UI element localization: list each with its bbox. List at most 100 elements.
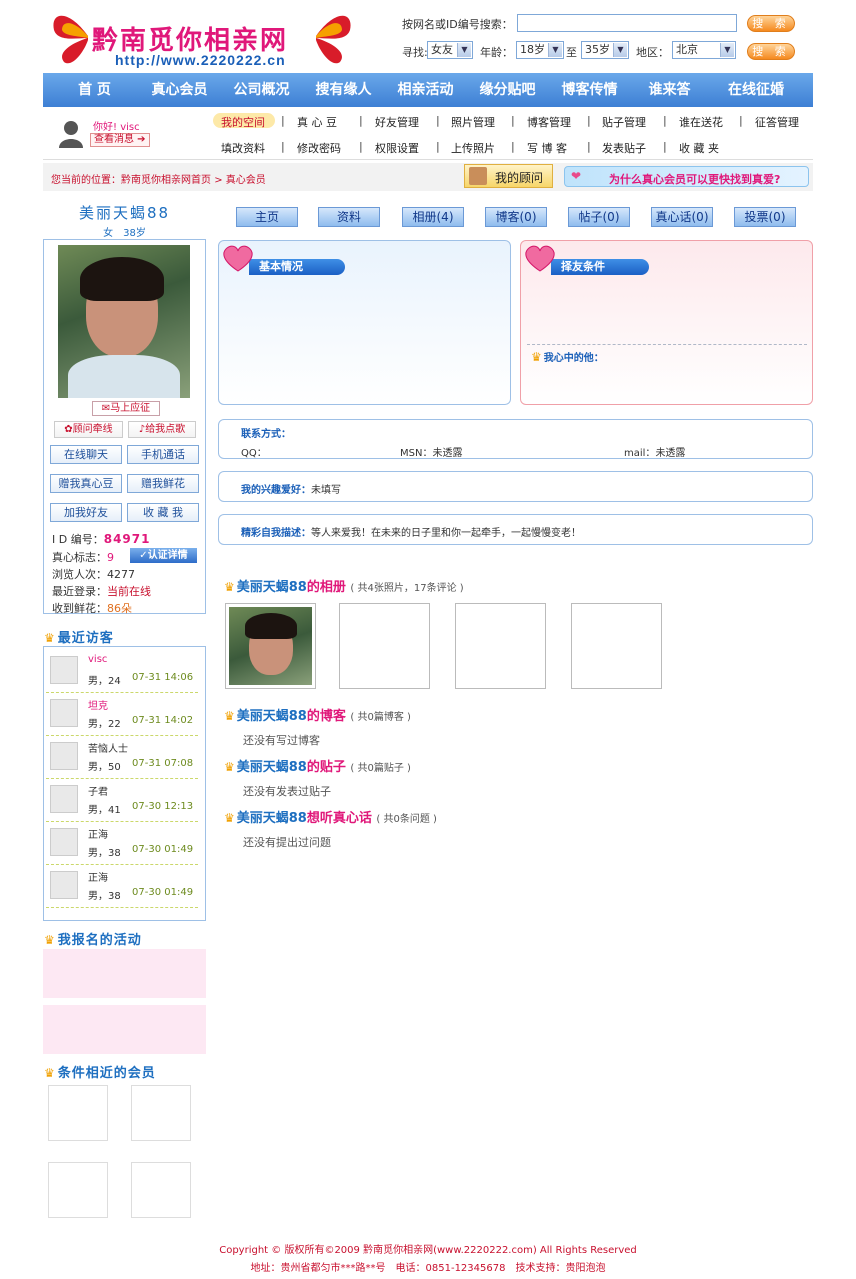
visitor-name[interactable]: 坦克: [88, 697, 108, 712]
submenu-write-blog[interactable]: 写 博 客: [527, 140, 567, 156]
nav-search[interactable]: 搜有缘人: [302, 73, 385, 107]
visitor-avatar[interactable]: [50, 742, 78, 770]
age-to-select[interactable]: 35岁 ▼: [581, 41, 629, 59]
views-row: 浏览人次：4277: [52, 566, 135, 582]
tab-profile[interactable]: 资料: [318, 207, 380, 227]
tab-home[interactable]: 主页: [236, 207, 298, 227]
id-row: I D 编号：84971: [52, 531, 150, 547]
submenu-answers[interactable]: 征答管理: [755, 114, 799, 130]
submenu-beans[interactable]: 真 心 豆: [297, 114, 337, 130]
album-photo[interactable]: [225, 603, 316, 689]
visitor-avatar[interactable]: [50, 871, 78, 899]
visitor-name[interactable]: 子君: [88, 783, 108, 798]
tab-album[interactable]: 相册(4): [402, 207, 464, 227]
submenu-edit-profile[interactable]: 填改资料: [221, 140, 265, 156]
ideal-label-text: 我心中的他：: [543, 353, 604, 364]
tab-blog[interactable]: 博客(0): [485, 207, 547, 227]
visitor-avatar[interactable]: [50, 699, 78, 727]
submenu-permissions[interactable]: 权限设置: [375, 140, 419, 156]
give-flowers-button[interactable]: 赠我鲜花: [127, 474, 199, 493]
similar-member-photo[interactable]: [48, 1085, 108, 1141]
nav-blog[interactable]: 博客传情: [548, 73, 631, 107]
song-button[interactable]: ♪给我点歌: [128, 421, 196, 438]
album-photo-empty[interactable]: [571, 603, 662, 689]
nav-qa[interactable]: 谁来答: [628, 73, 711, 107]
advisor-link-button[interactable]: ✿顾问牵线: [54, 421, 123, 438]
add-friend-button[interactable]: 加我好友: [50, 503, 122, 522]
visitor-row[interactable]: 坦克 男，22 07-31 14:02: [46, 693, 198, 736]
user-name[interactable]: visc: [120, 122, 139, 133]
visitor-avatar[interactable]: [50, 828, 78, 856]
login-row: 最近登录：当前在线: [52, 583, 151, 599]
submenu-my-space[interactable]: 我的空间: [221, 114, 265, 130]
similar-member-photo[interactable]: [131, 1162, 191, 1218]
album-photo-image: [229, 607, 312, 685]
posts-owner[interactable]: 美丽天蝎88: [237, 760, 307, 775]
apply-button[interactable]: ✉马上应征: [92, 401, 160, 416]
search-button[interactable]: 搜 索: [747, 15, 795, 32]
separator: |: [587, 140, 591, 153]
submenu-new-post[interactable]: 发表贴子: [602, 140, 646, 156]
my-advisor-button[interactable]: 我的顾问: [464, 164, 553, 188]
favorite-me-button[interactable]: 收 藏 我: [127, 503, 199, 522]
submenu-friends[interactable]: 好友管理: [375, 114, 419, 130]
posts-empty: 还没有发表过贴子: [243, 785, 331, 798]
age-from-select[interactable]: 18岁 ▼: [516, 41, 564, 59]
visitor-avatar[interactable]: [50, 785, 78, 813]
region-select[interactable]: 北京 ▼: [672, 41, 736, 59]
tab-truth[interactable]: 真心话(0): [651, 207, 713, 227]
blog-owner[interactable]: 美丽天蝎88: [237, 709, 307, 724]
visitor-row[interactable]: 苦恼人士 男，50 07-31 07:08: [46, 736, 198, 779]
album-owner[interactable]: 美丽天蝎88: [237, 580, 307, 595]
search-button-2[interactable]: 搜 索: [747, 43, 795, 60]
visitor-name[interactable]: visc: [88, 654, 107, 665]
similar-member-photo[interactable]: [48, 1162, 108, 1218]
cert-details-button[interactable]: ✓认证详情: [130, 548, 197, 563]
mail-value: 未透露: [655, 448, 686, 459]
heart-icon: [525, 245, 555, 272]
id-search-input[interactable]: [517, 14, 737, 32]
submenu-favorites[interactable]: 收 藏 夹: [679, 140, 719, 156]
nav-online[interactable]: 在线征婚: [711, 73, 801, 107]
breadcrumb-home-link[interactable]: 黔南觅你相亲网首页: [121, 175, 211, 186]
nav-members[interactable]: 真心会员: [138, 73, 221, 107]
online-chat-button[interactable]: 在线聊天: [50, 445, 122, 464]
crown-icon: ♛: [224, 760, 235, 774]
tab-posts[interactable]: 帖子(0): [568, 207, 630, 227]
nav-activities[interactable]: 相亲活动: [384, 73, 467, 107]
divider: [527, 344, 807, 345]
visitor-row[interactable]: 子君 男，41 07-30 12:13: [46, 779, 198, 822]
find-label: 寻找:: [402, 46, 428, 59]
give-beans-button[interactable]: 赠我真心豆: [50, 474, 122, 493]
similar-member-photo[interactable]: [131, 1085, 191, 1141]
nav-company[interactable]: 公司概况: [220, 73, 303, 107]
butterfly-left-icon: [53, 15, 88, 64]
visitor-row[interactable]: 正海 男，38 07-30 01:49: [46, 865, 198, 908]
tab-vote[interactable]: 投票(0): [734, 207, 796, 227]
album-photo-empty[interactable]: [339, 603, 430, 689]
visitor-row[interactable]: 正海 男，38 07-30 01:49: [46, 822, 198, 865]
visitor-name[interactable]: 正海: [88, 826, 108, 841]
profile-gender-age: 女 38岁: [103, 228, 146, 239]
visitor-name[interactable]: 苦恼人士: [88, 740, 128, 755]
submenu-photos[interactable]: 照片管理: [451, 114, 495, 130]
login-value: 当前在线: [107, 585, 151, 598]
submenu-password[interactable]: 修改密码: [297, 140, 341, 156]
submenu-flowers[interactable]: 谁在送花: [679, 114, 723, 130]
contact-box: 联系方式： QQ： MSN：未透露 mail：未透露: [218, 419, 813, 459]
nav-forum[interactable]: 缘分贴吧: [466, 73, 549, 107]
visitor-avatar[interactable]: [50, 656, 78, 684]
find-select[interactable]: 女友 ▼: [427, 41, 473, 59]
visitor-row[interactable]: visc 男，24 07-31 14:06: [46, 650, 198, 693]
nav-home[interactable]: 首 页: [43, 73, 146, 107]
profile-photo[interactable]: [58, 245, 190, 398]
view-messages-button[interactable]: 查看消息 ➔: [90, 133, 150, 147]
submenu-blogs[interactable]: 博客管理: [527, 114, 571, 130]
phone-call-button[interactable]: 手机通话: [127, 445, 199, 464]
submenu-posts[interactable]: 贴子管理: [602, 114, 646, 130]
truth-owner[interactable]: 美丽天蝎88: [237, 811, 307, 826]
submenu-upload[interactable]: 上传照片: [451, 140, 495, 156]
visitor-name[interactable]: 正海: [88, 869, 108, 884]
album-photo-empty[interactable]: [455, 603, 546, 689]
vip-banner[interactable]: ❤ 为什么真心会员可以更快找到真爱?: [564, 166, 809, 187]
